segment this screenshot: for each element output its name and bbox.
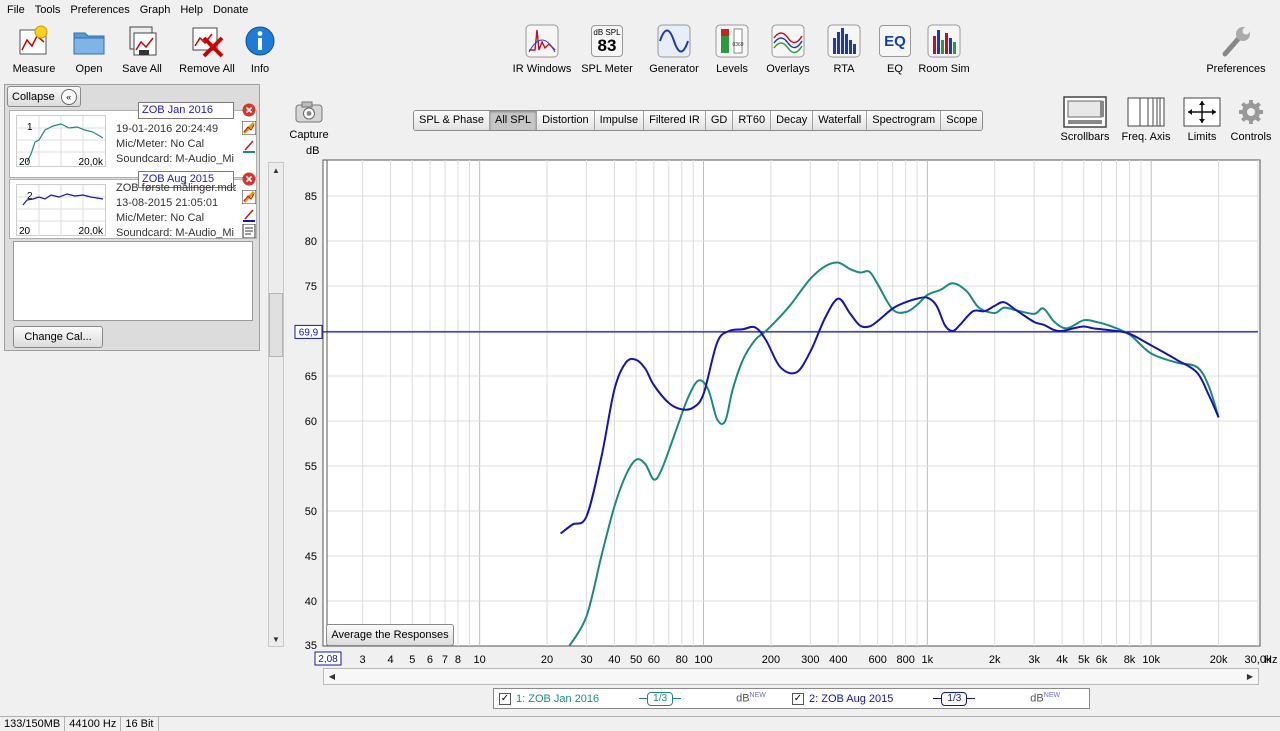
x-tick-label: 5k (1078, 654, 1090, 666)
x-tick-label: 4k (1056, 654, 1068, 666)
y-tick-label: 75 (305, 281, 317, 293)
graph-legend: ✓ 1: ZOB Jan 2016 1/3 dBNEW ✓ 2: ZOB Aug… (493, 688, 1090, 709)
memory-status: 133/150MB (0, 717, 66, 731)
x-tick-label: 10 (474, 654, 486, 666)
spl-graph: 3 4 5 6 7 8 10 20 30 40 50 60 80 100 200 300 400 600 800 1k… (294, 145, 1277, 666)
plot-area[interactable] (322, 159, 1261, 647)
smoothing-selector[interactable]: 1/3 (933, 691, 976, 706)
y-tick-label: 85 (305, 191, 317, 203)
y-tick-label: 80 (305, 236, 317, 248)
x-tick-label: 80 (676, 654, 688, 666)
y-tick-label: 65 (305, 371, 317, 383)
sample-rate-status: 44100 Hz (65, 717, 122, 731)
average-responses-button[interactable]: Average the Responses (326, 624, 454, 646)
x-tick-label: 8k (1124, 654, 1136, 666)
x-tick-label: 30 (580, 654, 592, 666)
level-cursor-value: 69,9 (299, 327, 319, 338)
bit-depth-status: 16 Bit (121, 717, 159, 731)
scroll-right-icon[interactable]: ▶ (1243, 670, 1257, 683)
x-tick-label: 200 (762, 654, 780, 666)
x-tick-label: 4 (388, 654, 394, 666)
x-tick-label: 7 (442, 654, 448, 666)
status-bar: 133/150MB 44100 Hz 16 Bit (0, 716, 1280, 731)
y-tick-label: 50 (305, 506, 317, 518)
y-axis-labels: 4045505560657075808535 (305, 191, 317, 652)
y-axis-unit: dB (306, 145, 319, 157)
x-tick-label: 400 (829, 654, 847, 666)
db-offset-control[interactable]: dBNEW (1030, 692, 1060, 705)
x-start-label: 2,08 (318, 654, 338, 665)
x-tick-label: 50 (630, 654, 642, 666)
x-tick-label: 20k (1210, 654, 1228, 666)
rew-window: File Tools Preferences Graph Help Donate… (0, 0, 1280, 731)
legend-checkbox[interactable]: ✓ (792, 692, 804, 705)
graph-horizontal-scrollbar[interactable]: ◀ ▶ (323, 668, 1259, 685)
scroll-left-icon[interactable]: ◀ (325, 670, 339, 683)
legend-item-1: ✓ 1: ZOB Jan 2016 1/3 dBNEW (499, 691, 766, 706)
y-tick-label: 55 (305, 461, 317, 473)
y-tick-label: 35 (305, 640, 317, 652)
x-tick-label: 300 (801, 654, 819, 666)
x-tick-label: 5 (409, 654, 415, 666)
x-tick-label: 100 (694, 654, 712, 666)
y-tick-label: 60 (305, 416, 317, 428)
db-offset-control[interactable]: dBNEW (736, 692, 766, 705)
x-tick-label: 6 (427, 654, 433, 666)
legend-checkbox[interactable]: ✓ (499, 692, 511, 705)
smoothing-selector[interactable]: 1/3 (639, 691, 682, 706)
x-tick-label: 800 (896, 654, 914, 666)
x-tick-label: 600 (869, 654, 887, 666)
y-tick-label: 40 (305, 596, 317, 608)
legend-item-2: ✓ 2: ZOB Aug 2015 1/3 dBNEW (792, 691, 1061, 706)
x-tick-label: 2k (989, 654, 1001, 666)
x-tick-label: 3k (1028, 654, 1040, 666)
x-axis-labels: 3 4 5 6 7 8 10 20 30 40 50 60 80 100 200 300 400 600 800 1k… (360, 654, 1272, 666)
y-tick-label: 45 (305, 551, 317, 563)
x-tick-label: 40 (608, 654, 620, 666)
x-tick-label: 60 (648, 654, 660, 666)
x-tick-label: 3 (360, 654, 366, 666)
x-tick-label: 20 (541, 654, 553, 666)
x-axis-unit: Hz (1264, 654, 1277, 666)
x-tick-label: 8 (455, 654, 461, 666)
x-tick-label: 10k (1142, 654, 1160, 666)
x-tick-label: 6k (1096, 654, 1108, 666)
x-tick-label: 1k (922, 654, 934, 666)
